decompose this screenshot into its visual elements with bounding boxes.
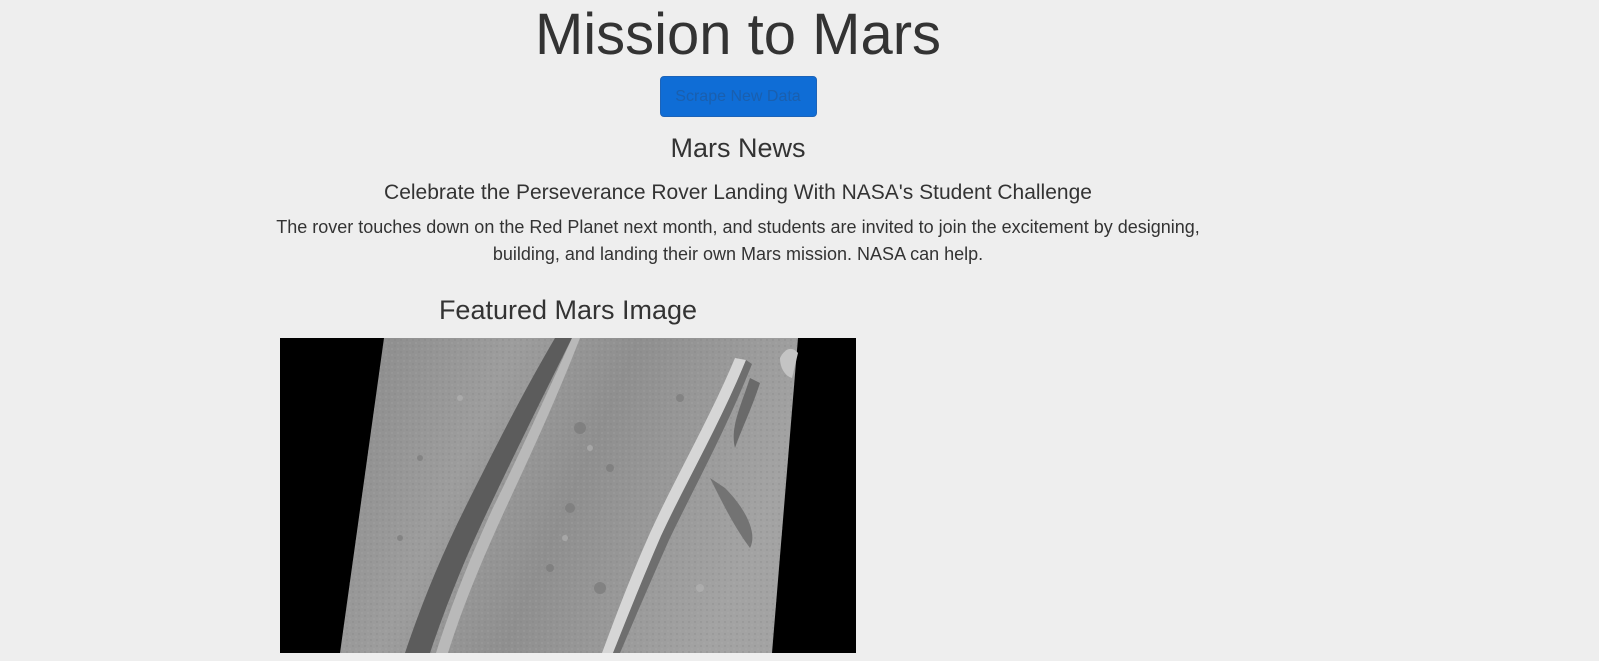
featured-image-heading: Featured Mars Image (438, 295, 698, 325)
scrape-new-data-button[interactable]: Scrape New Data (659, 76, 817, 117)
main-column: Mission to Mars Scrape New Data Mars New… (0, 0, 1476, 268)
featured-mars-image (280, 338, 856, 653)
news-teaser: The rover touches down on the Red Planet… (276, 217, 1200, 264)
page: Mission to Mars Scrape New Data Mars New… (0, 0, 1599, 661)
mars-news-heading: Mars News (670, 133, 806, 163)
mars-surface-photo-icon (280, 338, 856, 653)
news-headline: Celebrate the Perseverance Rover Landing… (384, 181, 1092, 204)
featured-image-section: Featured Mars Image (280, 293, 856, 653)
page-title: Mission to Mars (534, 2, 942, 67)
